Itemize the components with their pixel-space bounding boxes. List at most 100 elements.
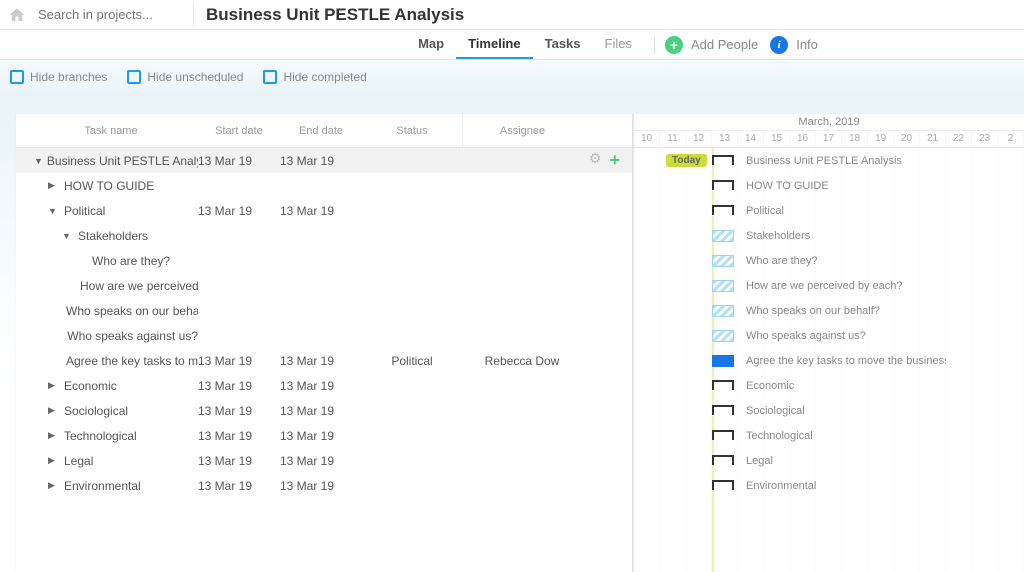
table-row[interactable]: ▶Legal13 Mar 1913 Mar 19 <box>16 448 632 473</box>
gantt: March, 2019 1011121314151617181920212223… <box>633 114 1024 572</box>
gantt-row[interactable]: Environmental <box>634 473 1024 498</box>
day-header: 21 <box>920 131 946 147</box>
gantt-row[interactable]: Sociological <box>634 398 1024 423</box>
gantt-bar-label: Stakeholders <box>746 230 810 242</box>
caret-icon[interactable]: ▶ <box>48 480 60 491</box>
table-row[interactable]: Agree the key tasks to mo13 Mar 1913 Mar… <box>16 348 632 373</box>
cell-start: 13 Mar 19 <box>198 379 280 393</box>
gantt-row[interactable]: Political <box>634 198 1024 223</box>
search-input[interactable] <box>34 3 194 26</box>
table-row[interactable]: ▶ Economic 13 Mar 1913 Mar 19 <box>16 373 632 398</box>
gantt-bar-label: How are we perceived by each? <box>746 280 903 292</box>
gantt-row[interactable]: HOW TO GUIDE <box>634 173 1024 198</box>
gantt-row[interactable]: Stakeholders <box>634 223 1024 248</box>
day-header: 22 <box>946 131 972 147</box>
cell-end: 13 Mar 19 <box>280 154 362 168</box>
gantt-bar-label: Who speaks on our behalf? <box>746 305 880 317</box>
table-row[interactable]: ▼Political13 Mar 1913 Mar 19 <box>16 198 632 223</box>
gantt-bar[interactable] <box>712 155 734 167</box>
caret-icon[interactable]: ▶ <box>48 380 60 391</box>
table-row[interactable]: Who are they? <box>16 248 632 273</box>
tab-timeline[interactable]: Timeline <box>456 30 533 59</box>
table-row[interactable]: Who speaks against us? <box>16 323 632 348</box>
cell-end: 13 Mar 19 <box>280 379 362 393</box>
cell-end: 13 Mar 19 <box>280 404 362 418</box>
cell-start: 13 Mar 19 <box>198 404 280 418</box>
gantt-bar[interactable] <box>712 380 734 392</box>
task-name: Environmental <box>64 479 141 493</box>
cell-end: 13 Mar 19 <box>280 479 362 493</box>
gantt-bar[interactable] <box>712 180 734 192</box>
cell-end: 13 Mar 19 <box>280 204 362 218</box>
caret-icon[interactable]: ▼ <box>48 206 60 216</box>
cell-start: 13 Mar 19 <box>198 479 280 493</box>
caret-icon[interactable]: ▶ <box>48 405 60 416</box>
gantt-bar[interactable] <box>712 355 734 367</box>
caret-icon[interactable]: ▶ <box>48 455 60 466</box>
table-row[interactable]: ▼Business Unit PESTLE Analysis13 Mar 191… <box>16 148 632 173</box>
checkbox-hide-completed[interactable]: Hide completed <box>263 70 366 84</box>
info-button[interactable]: i Info <box>758 36 818 54</box>
table-row[interactable]: Who speaks on our behal <box>16 298 632 323</box>
gantt-bar[interactable] <box>712 430 734 442</box>
add-people-button[interactable]: + Add People <box>665 36 758 54</box>
table-row[interactable]: ▶ HOW TO GUIDE <box>16 173 632 198</box>
gantt-bar[interactable] <box>712 455 734 467</box>
tab-map[interactable]: Map <box>406 30 456 59</box>
day-header: 20 <box>894 131 920 147</box>
gantt-row[interactable]: Who speaks on our behalf? <box>634 298 1024 323</box>
table-row[interactable]: ▶ Environmental 13 Mar 1913 Mar 19 <box>16 473 632 498</box>
checkbox-hide-unscheduled[interactable]: Hide unscheduled <box>127 70 243 84</box>
gantt-row[interactable]: Economic <box>634 373 1024 398</box>
gantt-month: March, 2019 <box>634 114 1024 131</box>
gantt-row[interactable]: Business Unit PESTLE Analysis <box>634 148 1024 173</box>
task-name: Technological <box>64 429 137 443</box>
plus-icon[interactable]: + <box>609 150 620 171</box>
table-row[interactable]: How are we perceived l <box>16 273 632 298</box>
table-row[interactable]: ▶Sociological13 Mar 1913 Mar 19 <box>16 398 632 423</box>
gantt-header: March, 2019 1011121314151617181920212223… <box>634 114 1024 148</box>
checkbox-icon <box>10 70 24 84</box>
gantt-bar-label: Economic <box>746 380 794 392</box>
app-header: Business Unit PESTLE Analysis <box>0 0 1024 30</box>
gantt-bar-label: Legal <box>746 455 773 467</box>
cell-start: 13 Mar 19 <box>198 354 280 368</box>
task-name: Who speaks against us? <box>67 329 198 343</box>
checkbox-hide-branches[interactable]: Hide branches <box>10 70 107 84</box>
gantt-bar[interactable] <box>712 255 734 267</box>
day-header: 14 <box>738 131 764 147</box>
caret-icon[interactable]: ▶ <box>48 430 60 441</box>
col-end: End date <box>280 125 362 137</box>
gantt-row[interactable]: Agree the key tasks to move the business… <box>634 348 1024 373</box>
home-icon[interactable] <box>8 6 26 24</box>
gantt-bar[interactable] <box>712 230 734 242</box>
divider <box>654 36 655 54</box>
tab-files[interactable]: Files <box>593 30 644 59</box>
table-row[interactable]: ▶Technological13 Mar 1913 Mar 19 <box>16 423 632 448</box>
task-name: HOW TO GUIDE <box>64 179 154 193</box>
gantt-row[interactable]: Technological <box>634 423 1024 448</box>
main: Task name Start date End date Status Ass… <box>0 94 1024 572</box>
gantt-bar[interactable] <box>712 305 734 317</box>
caret-icon[interactable]: ▼ <box>34 156 43 166</box>
gantt-days: 10111213141516171819202122232 <box>634 131 1024 147</box>
info-icon: i <box>770 36 788 54</box>
gantt-bar[interactable] <box>712 280 734 292</box>
gantt-row[interactable]: How are we perceived by each? <box>634 273 1024 298</box>
gantt-bar[interactable] <box>712 330 734 342</box>
col-assignee: Assignee <box>462 114 582 147</box>
gantt-row[interactable]: Who are they? <box>634 248 1024 273</box>
gantt-bar[interactable] <box>712 405 734 417</box>
gear-icon[interactable]: ⚙ <box>589 150 602 171</box>
gantt-body[interactable]: Today Business Unit PESTLE AnalysisHOW T… <box>634 148 1024 572</box>
table-row[interactable]: ▼ Stakeholders <box>16 223 632 248</box>
gantt-bar[interactable] <box>712 480 734 492</box>
gantt-bar[interactable] <box>712 205 734 217</box>
tab-tasks[interactable]: Tasks <box>533 30 593 59</box>
task-name: Economic <box>64 379 117 393</box>
caret-icon[interactable]: ▶ <box>48 180 60 191</box>
task-name: Stakeholders <box>78 229 148 243</box>
caret-icon[interactable]: ▼ <box>62 231 74 241</box>
gantt-row[interactable]: Who speaks against us? <box>634 323 1024 348</box>
gantt-row[interactable]: Legal <box>634 448 1024 473</box>
